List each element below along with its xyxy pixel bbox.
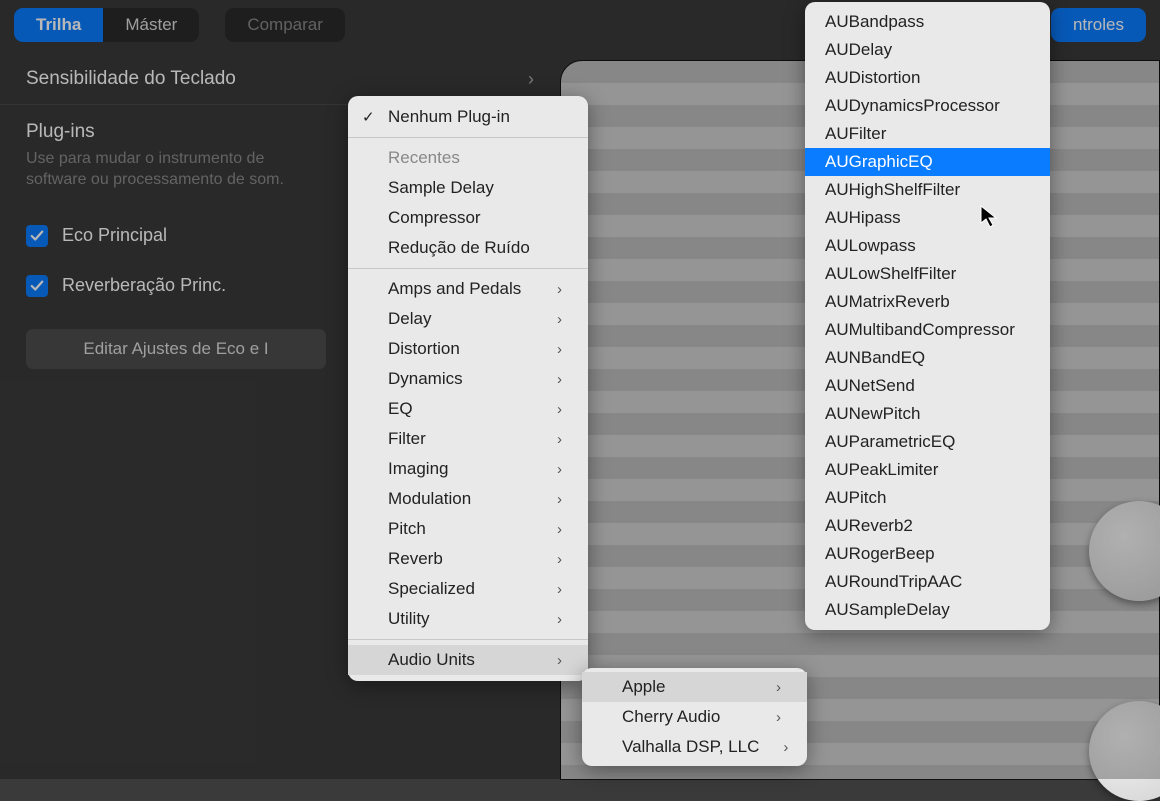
menu-item-filter[interactable]: Filter› <box>348 424 588 454</box>
menu-item-auparametriceq[interactable]: AUParametricEQ <box>805 428 1050 456</box>
menu-item-aumatrixreverb[interactable]: AUMatrixReverb <box>805 288 1050 316</box>
menu-item-imaging[interactable]: Imaging› <box>348 454 588 484</box>
menu-item-pitch[interactable]: Pitch› <box>348 514 588 544</box>
chevron-right-icon: › <box>533 491 562 508</box>
menu-item-audio-units[interactable]: Audio Units› <box>348 645 588 675</box>
menu-item-audelay[interactable]: AUDelay <box>805 36 1050 64</box>
menu-item-aulowshelf[interactable]: AULowShelfFilter <box>805 260 1050 288</box>
chevron-right-icon: › <box>533 401 562 418</box>
chevron-right-icon: › <box>533 581 562 598</box>
check-icon: ✓ <box>362 108 375 126</box>
chevron-right-icon: › <box>533 281 562 298</box>
chevron-right-icon: › <box>533 341 562 358</box>
menu-item-aupeaklimiter[interactable]: AUPeakLimiter <box>805 456 1050 484</box>
menu-item-audynamics[interactable]: AUDynamicsProcessor <box>805 92 1050 120</box>
menu-item-valhalla[interactable]: Valhalla DSP, LLC› <box>582 732 807 762</box>
chevron-right-icon: › <box>533 461 562 478</box>
menu-item-aulowpass[interactable]: AULowpass <box>805 232 1050 260</box>
menu-item-auhighshelf[interactable]: AUHighShelfFilter <box>805 176 1050 204</box>
menu-item-none[interactable]: ✓Nenhum Plug-in <box>348 102 588 132</box>
menu-item-amps[interactable]: Amps and Pedals› <box>348 274 588 304</box>
menu-item-apple[interactable]: Apple› <box>582 672 807 702</box>
edit-echo-reverb-button[interactable]: Editar Ajustes de Eco e I <box>26 329 326 369</box>
controls-button[interactable]: ntroles <box>1051 8 1146 42</box>
checkbox-checked-icon[interactable] <box>26 275 48 297</box>
chevron-right-icon: › <box>533 652 562 669</box>
compare-wrap: Comparar <box>225 8 345 42</box>
menu-item-auhipass[interactable]: AUHipass <box>805 204 1050 232</box>
menu-item-reverb[interactable]: Reverb› <box>348 544 588 574</box>
menu-item-delay[interactable]: Delay› <box>348 304 588 334</box>
knob-graphic <box>1089 501 1160 601</box>
menu-item-augraphiceq[interactable]: AUGraphicEQ <box>805 148 1050 176</box>
menu-item-aubandpass[interactable]: AUBandpass <box>805 8 1050 36</box>
track-tab[interactable]: Trilha <box>14 8 103 42</box>
chevron-right-icon: › <box>533 521 562 538</box>
chevron-right-icon: › <box>752 679 781 696</box>
master-tab[interactable]: Máster <box>103 8 199 42</box>
menu-item-noise-reduction[interactable]: Redução de Ruído <box>348 233 588 263</box>
menu-item-modulation[interactable]: Modulation› <box>348 484 588 514</box>
menu-item-sample-delay[interactable]: Sample Delay <box>348 173 588 203</box>
plugins-help-text: Use para mudar o instrumento de software… <box>0 149 320 211</box>
menu-separator <box>348 137 588 138</box>
menu-item-utility[interactable]: Utility› <box>348 604 588 634</box>
knob-graphic <box>1089 701 1160 801</box>
menu-item-distortion[interactable]: Distortion› <box>348 334 588 364</box>
track-master-segment: Trilha Máster <box>14 8 199 42</box>
chevron-right-icon: › <box>533 311 562 328</box>
menu-item-dynamics[interactable]: Dynamics› <box>348 364 588 394</box>
keyboard-sensitivity-label: Sensibilidade do Teclado <box>26 68 236 90</box>
menu-item-aureverb2[interactable]: AUReverb2 <box>805 512 1050 540</box>
menu-item-aunbandeq[interactable]: AUNBandEQ <box>805 344 1050 372</box>
chevron-right-icon: › <box>533 551 562 568</box>
chevron-right-icon: › <box>533 431 562 448</box>
chevron-right-icon: › <box>759 739 788 756</box>
eco-label: Eco Principal <box>62 225 167 246</box>
chevron-right-icon: › <box>533 611 562 628</box>
menu-item-aurogerbeep[interactable]: AURogerBeep <box>805 540 1050 568</box>
menu-item-auroundtrip[interactable]: AURoundTripAAC <box>805 568 1050 596</box>
chevron-right-icon: › <box>528 69 534 90</box>
checkbox-checked-icon[interactable] <box>26 225 48 247</box>
menu-item-aumultiband[interactable]: AUMultibandCompressor <box>805 316 1050 344</box>
menu-item-cherry-audio[interactable]: Cherry Audio› <box>582 702 807 732</box>
menu-header-recents: Recentes <box>348 143 588 173</box>
au-plugin-menu: AUBandpass AUDelay AUDistortion AUDynami… <box>805 2 1050 630</box>
menu-item-compressor[interactable]: Compressor <box>348 203 588 233</box>
plugin-category-menu: ✓Nenhum Plug-in Recentes Sample Delay Co… <box>348 96 588 681</box>
au-vendor-menu: Apple› Cherry Audio› Valhalla DSP, LLC› <box>582 668 807 766</box>
menu-item-aupitch[interactable]: AUPitch <box>805 484 1050 512</box>
chevron-right-icon: › <box>752 709 781 726</box>
menu-item-aunetsend[interactable]: AUNetSend <box>805 372 1050 400</box>
menu-separator <box>348 639 588 640</box>
menu-item-ausampledelay[interactable]: AUSampleDelay <box>805 596 1050 624</box>
compare-button[interactable]: Comparar <box>225 8 345 42</box>
reverb-label: Reverberação Princ. <box>62 275 226 296</box>
menu-item-audistortion[interactable]: AUDistortion <box>805 64 1050 92</box>
chevron-right-icon: › <box>533 371 562 388</box>
menu-item-aufilter[interactable]: AUFilter <box>805 120 1050 148</box>
menu-separator <box>348 268 588 269</box>
menu-item-specialized[interactable]: Specialized› <box>348 574 588 604</box>
menu-item-eq[interactable]: EQ› <box>348 394 588 424</box>
menu-item-aunewpitch[interactable]: AUNewPitch <box>805 400 1050 428</box>
